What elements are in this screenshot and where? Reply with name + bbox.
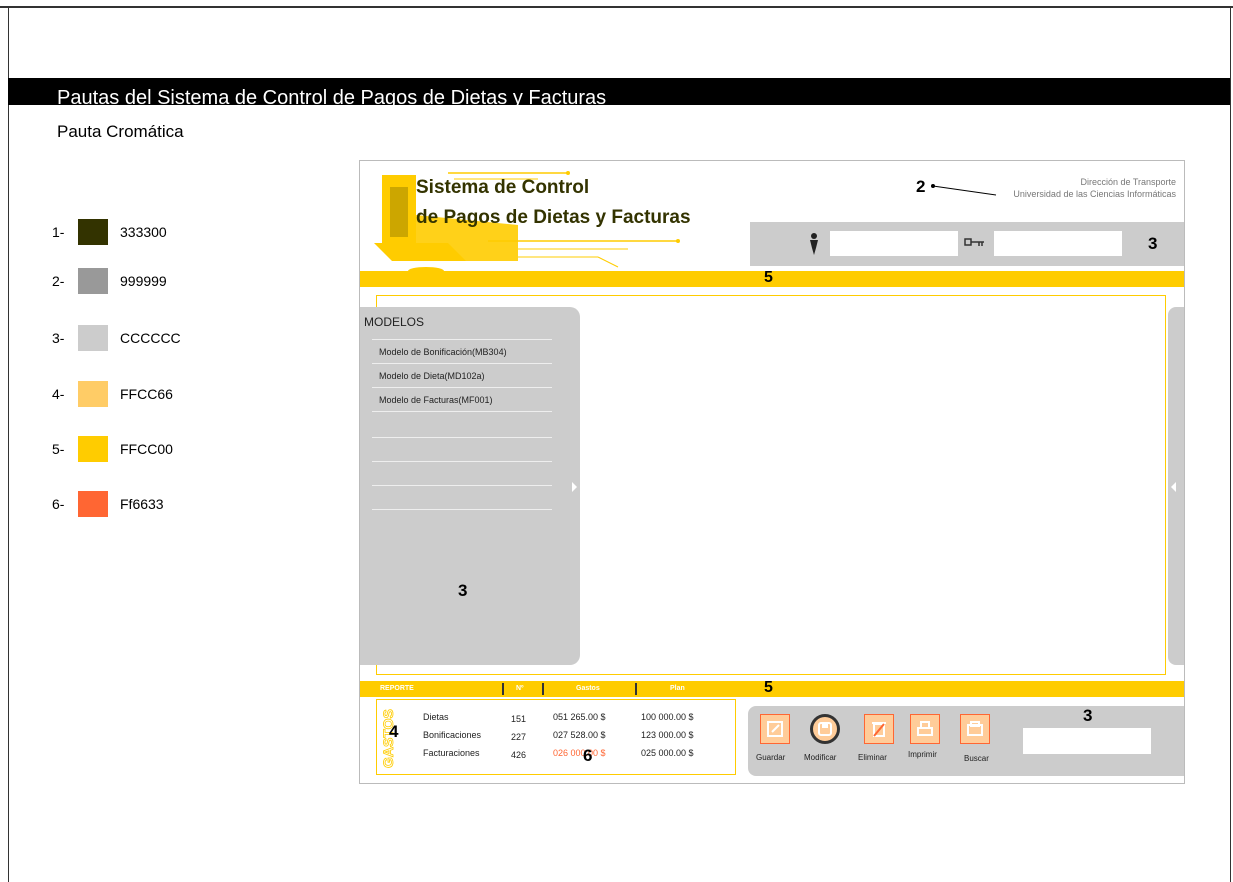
password-input[interactable]: [994, 231, 1122, 256]
menu-item-bonificacion[interactable]: Modelo de Bonificación(MB304): [372, 341, 552, 364]
key-icon: [964, 238, 984, 246]
modify-button[interactable]: [810, 714, 840, 744]
palette-entry: 1- 333300: [52, 219, 167, 245]
report-spent: 027 528.00 $: [553, 730, 606, 740]
callout-6: 6: [583, 746, 593, 765]
menu-title: MODELOS: [364, 315, 425, 329]
app-title-line1: Sistema de Control: [416, 177, 590, 198]
document-subtitle: Pauta Cromática: [57, 122, 184, 141]
callout-3: 3: [1083, 706, 1093, 725]
print-button[interactable]: [910, 714, 940, 744]
palette-entry: 6- Ff6633: [52, 491, 164, 517]
right-panel-handle[interactable]: [1168, 307, 1184, 665]
palette-hex: 333300: [120, 224, 167, 240]
color-swatch: [78, 381, 108, 407]
report-spent-alert: 026 000.00 $: [553, 748, 606, 758]
user-input[interactable]: [830, 231, 958, 256]
report-header-spent: Gastos: [576, 685, 600, 692]
app-title-line2: de Pagos de Dietas y Facturas: [416, 207, 691, 228]
trash-icon: [872, 722, 886, 737]
report-count: 426: [511, 750, 527, 760]
palette-hex: FFCC00: [120, 441, 173, 457]
palette-number: 6-: [52, 496, 65, 512]
report-concept: Dietas: [423, 712, 449, 722]
window-left-border: [8, 8, 9, 882]
report-plan: 123 000.00 $: [641, 730, 694, 740]
org-name-line1: Dirección de Transporte: [1080, 177, 1176, 187]
printer-icon: [917, 721, 933, 736]
report-plan: 025 000.00 $: [641, 748, 694, 758]
callout-arrow: [931, 184, 997, 196]
menu-divider: [372, 485, 552, 486]
color-swatch: [78, 268, 108, 294]
palette-hex: 999999: [120, 273, 167, 289]
palette-hex: Ff6633: [120, 496, 164, 512]
menu-item-dieta[interactable]: Modelo de Dieta(MD102a): [372, 365, 552, 388]
color-swatch: [78, 219, 108, 245]
palette-number: 4-: [52, 386, 65, 402]
report-header-count: Nº: [516, 685, 524, 692]
window-top-border: [0, 0, 1233, 8]
callout-5: 5: [764, 269, 773, 286]
menu-divider: [372, 339, 552, 340]
bottom-text-field[interactable]: [1023, 728, 1151, 754]
palette-entry: 2- 999999: [52, 268, 167, 294]
report-header-title: REPORTE: [380, 685, 414, 692]
palette-hex: CCCCCC: [120, 330, 181, 346]
search-folder-icon: [967, 721, 983, 736]
color-swatch: [78, 325, 108, 351]
actions-panel: Guardar Modificar Eliminar Imprimir Busc…: [748, 706, 1184, 776]
report-concept: Bonificaciones: [423, 730, 482, 740]
expand-arrow-icon: [1171, 482, 1176, 492]
menu-item-facturas[interactable]: Modelo de Facturas(MF001): [372, 389, 552, 412]
callout-2: 2: [916, 177, 926, 196]
palette-entry: 5- FFCC00: [52, 436, 173, 462]
org-name-line2: Universidad de las Ciencias Informáticas: [1013, 189, 1176, 199]
delete-label: Eliminar: [858, 753, 887, 762]
app-mockup: Sistema de Control de Pagos de Dietas y …: [359, 160, 1185, 784]
collapse-arrow-icon[interactable]: [572, 482, 577, 492]
report-spent: 051 265.00 $: [553, 712, 606, 722]
print-label: Imprimir: [908, 750, 937, 759]
callout-4: 4: [389, 722, 399, 741]
delete-button[interactable]: [864, 714, 894, 744]
user-icon: [810, 233, 818, 255]
report-concept: Facturaciones: [423, 748, 480, 758]
menu-divider: [372, 509, 552, 510]
palette-number: 3-: [52, 330, 65, 346]
color-swatch: [78, 491, 108, 517]
report-header-plan: Plan: [670, 685, 685, 692]
report-count: 227: [511, 732, 527, 742]
header-separator: [635, 683, 637, 695]
report-count: 151: [511, 714, 527, 724]
side-menu: MODELOS Modelo de Bonificación(MB304) Mo…: [360, 307, 580, 665]
palette-hex: FFCC66: [120, 386, 173, 402]
menu-divider: [372, 437, 552, 438]
save-label: Guardar: [756, 753, 786, 762]
menu-divider: [372, 461, 552, 462]
palette-number: 5-: [52, 441, 65, 457]
color-swatch: [78, 436, 108, 462]
callout-3: 3: [1148, 234, 1158, 253]
report-box: GASTOS 4 Dietas 151 051 265.00 $ 100 000…: [376, 699, 736, 775]
window-right-border: [1230, 8, 1231, 882]
callout-3: 3: [458, 581, 468, 600]
header-separator: [502, 683, 504, 695]
report-plan: 100 000.00 $: [641, 712, 694, 722]
palette-number: 2-: [52, 273, 65, 289]
callout-5: 5: [764, 679, 773, 696]
palette-entry: 3- CCCCCC: [52, 325, 181, 351]
document-title: Pautas del Sistema de Control de Pagos d…: [57, 87, 607, 109]
palette-number: 1-: [52, 224, 65, 240]
save-edit-icon: [767, 721, 783, 737]
palette-entry: 4- FFCC66: [52, 381, 173, 407]
header-separator: [542, 683, 544, 695]
login-panel: 3: [750, 222, 1184, 266]
save-button[interactable]: [760, 714, 790, 744]
search-label: Buscar: [964, 754, 989, 763]
search-button[interactable]: [960, 714, 990, 744]
modify-disk-icon: [818, 722, 832, 736]
modify-label: Modificar: [804, 753, 837, 762]
